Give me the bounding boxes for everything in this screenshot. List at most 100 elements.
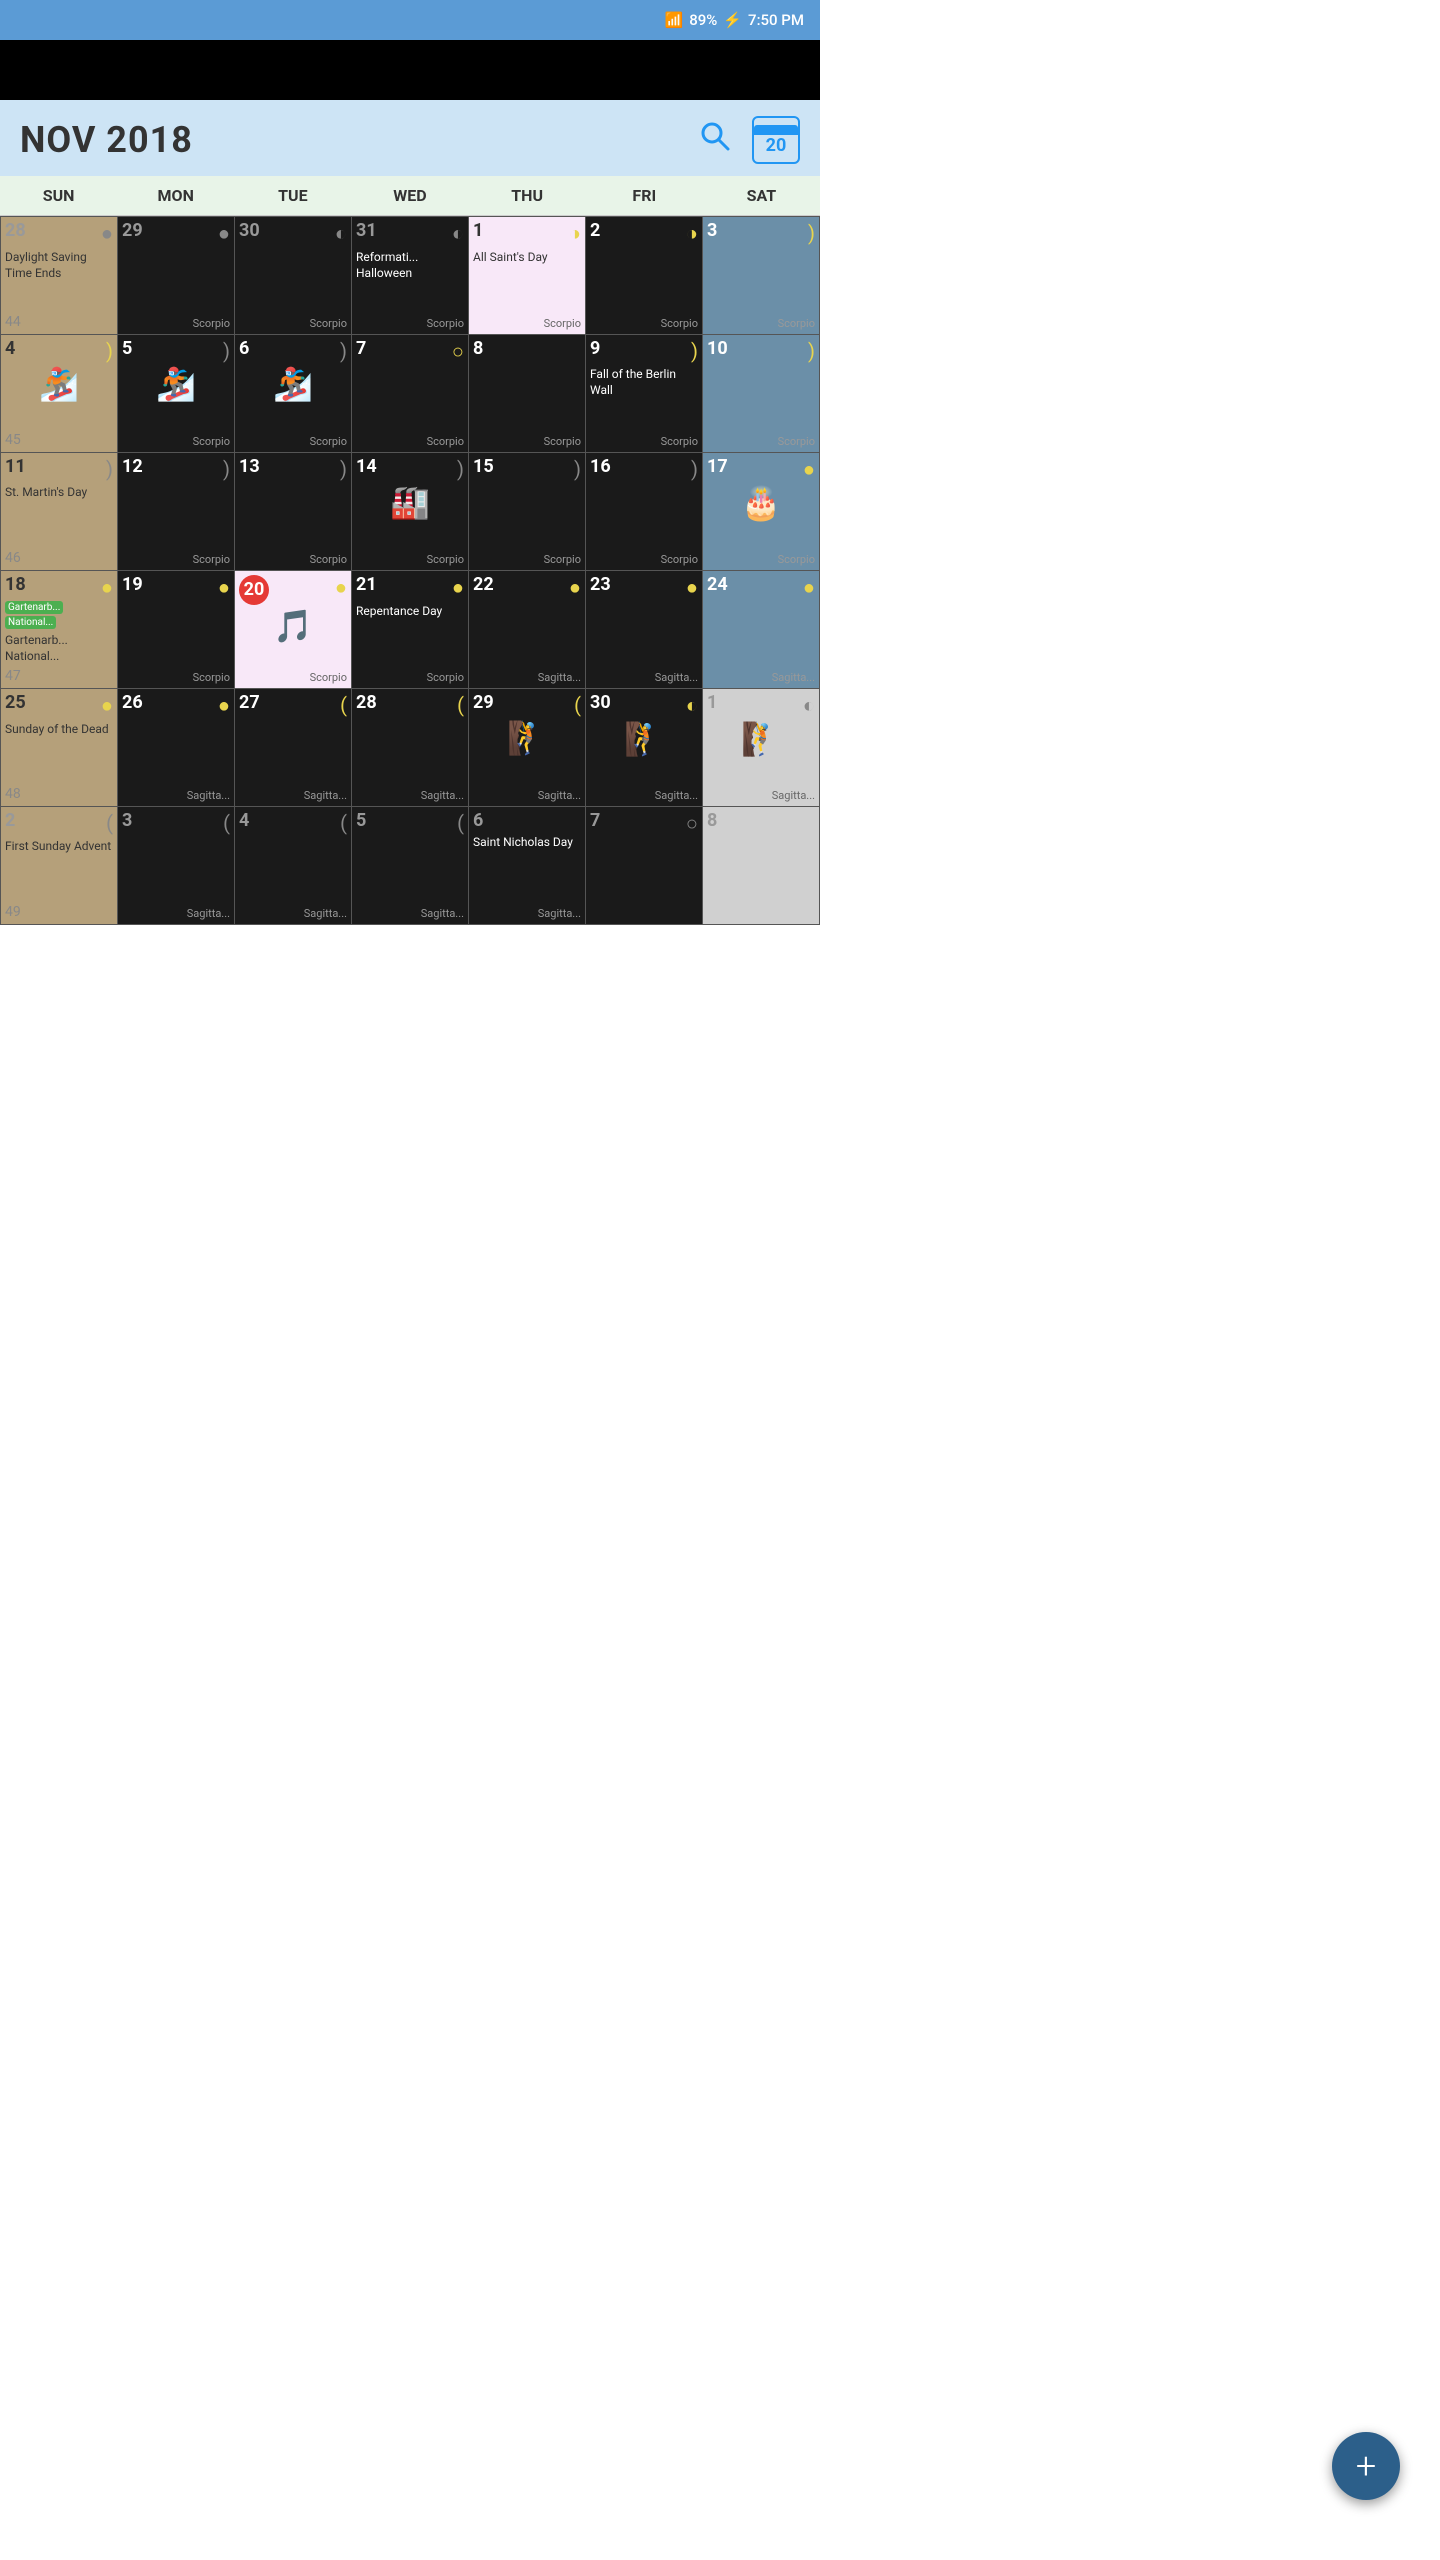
moon-phase-icon: ○ bbox=[686, 811, 698, 836]
cal-cell-27-w4[interactable]: 27(Sagitta... bbox=[235, 689, 352, 807]
cell-date: 29 bbox=[473, 693, 494, 713]
cal-cell-4-w1[interactable]: 4)🏂45 bbox=[1, 335, 118, 453]
cal-cell-8-w5[interactable]: 8 bbox=[703, 807, 820, 925]
zodiac-label: Scorpio bbox=[590, 317, 698, 330]
cell-date: 9 bbox=[590, 339, 600, 359]
cal-cell-10-w1[interactable]: 10)Scorpio bbox=[703, 335, 820, 453]
cal-cell-14-w2[interactable]: 14)🏭Scorpio bbox=[352, 453, 469, 571]
cal-cell-23-w3[interactable]: 23●Sagitta... bbox=[586, 571, 703, 689]
week-number: 44 bbox=[5, 314, 21, 330]
moon-phase-icon: ( bbox=[574, 693, 581, 717]
cal-cell-1-w4[interactable]: 1◐🧗Sagitta... bbox=[703, 689, 820, 807]
moon-phase-icon: ( bbox=[457, 693, 464, 717]
cal-cell-2-w0[interactable]: 2◑Scorpio bbox=[586, 217, 703, 335]
cell-date: 1 bbox=[707, 693, 717, 713]
event-badge-2: National... bbox=[5, 616, 56, 629]
cal-cell-28-w4[interactable]: 28(Sagitta... bbox=[352, 689, 469, 807]
cal-cell-3-w0[interactable]: 3)Scorpio bbox=[703, 217, 820, 335]
cal-cell-28-w0[interactable]: 28●Daylight Saving Time Ends44 bbox=[1, 217, 118, 335]
zodiac-label: Sagitta... bbox=[707, 671, 815, 684]
zodiac-label: Scorpio bbox=[122, 553, 230, 566]
moon-phase-icon: ( bbox=[340, 811, 347, 835]
add-event-fab[interactable]: + bbox=[1332, 2432, 1400, 2500]
day-header-tue: TUE bbox=[234, 176, 351, 215]
cal-cell-16-w2[interactable]: 16)Scorpio bbox=[586, 453, 703, 571]
cal-cell-7-w5[interactable]: 7○ bbox=[586, 807, 703, 925]
moon-phase-icon: ) bbox=[223, 339, 230, 363]
cell-emoji-icon: 🏂 bbox=[239, 365, 347, 403]
status-bar: 📶 89% ⚡ 7:50 PM bbox=[0, 0, 820, 40]
cal-cell-18-w3[interactable]: 18●Gartenarb...National...Gartenarb... N… bbox=[1, 571, 118, 689]
cal-cell-13-w2[interactable]: 13)Scorpio bbox=[235, 453, 352, 571]
zodiac-label: Scorpio bbox=[356, 553, 464, 566]
cal-cell-30-w4[interactable]: 30◐🧗Sagitta... bbox=[586, 689, 703, 807]
zodiac-label: Scorpio bbox=[473, 435, 581, 448]
zodiac-label: Scorpio bbox=[473, 553, 581, 566]
cal-cell-25-w4[interactable]: 25●Sunday of the Dead48 bbox=[1, 689, 118, 807]
search-button[interactable] bbox=[698, 119, 732, 161]
zodiac-label: Scorpio bbox=[239, 317, 347, 330]
cal-cell-15-w2[interactable]: 15)Scorpio bbox=[469, 453, 586, 571]
cal-cell-31-w0[interactable]: 31◐Reformati... HalloweenScorpio bbox=[352, 217, 469, 335]
today-button[interactable]: 20 bbox=[752, 116, 800, 164]
moon-phase-icon: ) bbox=[808, 339, 815, 363]
moon-phase-icon: ◑ bbox=[569, 221, 581, 246]
moon-phase-icon: ◐ bbox=[335, 221, 347, 246]
zodiac-label: Sagitta... bbox=[590, 671, 698, 684]
cell-date: 5 bbox=[122, 339, 132, 359]
cell-event-text: Reformati... Halloween bbox=[356, 250, 418, 317]
cal-cell-19-w3[interactable]: 19●Scorpio bbox=[118, 571, 235, 689]
battery-icon: ⚡ bbox=[723, 11, 742, 29]
cal-cell-24-w3[interactable]: 24●Sagitta... bbox=[703, 571, 820, 689]
zodiac-label: Scorpio bbox=[122, 317, 230, 330]
cal-cell-2-w5[interactable]: 2(First Sunday Advent49 bbox=[1, 807, 118, 925]
zodiac-label: Sagitta... bbox=[707, 789, 815, 802]
moon-phase-icon: ◑ bbox=[686, 221, 698, 246]
cal-cell-4-w5[interactable]: 4(Sagitta... bbox=[235, 807, 352, 925]
calendar-header: NOV 2018 20 bbox=[0, 100, 820, 176]
cal-cell-20-w3[interactable]: 20●🎵Scorpio bbox=[235, 571, 352, 689]
moon-phase-icon: ) bbox=[457, 457, 464, 481]
cal-cell-8-w1[interactable]: 8 Scorpio bbox=[469, 335, 586, 453]
cell-date: 19 bbox=[122, 575, 143, 595]
moon-phase-icon: ● bbox=[452, 575, 464, 600]
cal-cell-26-w4[interactable]: 26●Sagitta... bbox=[118, 689, 235, 807]
zodiac-label: Sagitta... bbox=[356, 789, 464, 802]
cell-date: 12 bbox=[122, 457, 143, 477]
cal-cell-1-w0[interactable]: 1◑All Saint's DayScorpio bbox=[469, 217, 586, 335]
cell-emoji-icon: 🎂 bbox=[707, 484, 815, 522]
cal-cell-5-w1[interactable]: 5)🏂Scorpio bbox=[118, 335, 235, 453]
cal-cell-30-w0[interactable]: 30 ◐ Scorpio bbox=[235, 217, 352, 335]
cal-cell-21-w3[interactable]: 21●Repentance DayScorpio bbox=[352, 571, 469, 689]
zodiac-label: Sagitta... bbox=[122, 907, 230, 920]
cal-cell-17-w2[interactable]: 17●🎂Scorpio bbox=[703, 453, 820, 571]
cell-event-text: Fall of the Berlin Wall bbox=[590, 367, 698, 435]
cal-cell-9-w1[interactable]: 9)Fall of the Berlin WallScorpio bbox=[586, 335, 703, 453]
moon-phase-icon: ) bbox=[340, 457, 347, 481]
cell-date: 1 bbox=[473, 221, 483, 241]
cell-event-text: Daylight Saving Time Ends bbox=[5, 250, 113, 330]
cal-cell-22-w3[interactable]: 22●Sagitta... bbox=[469, 571, 586, 689]
cell-date: 10 bbox=[707, 339, 728, 359]
cal-cell-29-w0[interactable]: 29●Scorpio bbox=[118, 217, 235, 335]
cell-date: 8 bbox=[473, 339, 483, 359]
cal-cell-7-w1[interactable]: 7○Scorpio bbox=[352, 335, 469, 453]
cal-cell-6-w1[interactable]: 6)🏂Scorpio bbox=[235, 335, 352, 453]
moon-phase-icon: ) bbox=[574, 457, 581, 481]
cell-emoji-icon: 🏂 bbox=[122, 365, 230, 403]
cal-cell-29-w4[interactable]: 29(🧗Sagitta... bbox=[469, 689, 586, 807]
cal-cell-11-w2[interactable]: 11)St. Martin's Day46 bbox=[1, 453, 118, 571]
cal-cell-5-w5[interactable]: 5(Sagitta... bbox=[352, 807, 469, 925]
cell-date: 30 bbox=[239, 221, 260, 241]
cell-date: 24 bbox=[707, 575, 728, 595]
cal-cell-3-w5[interactable]: 3(Sagitta... bbox=[118, 807, 235, 925]
moon-phase-icon: ● bbox=[101, 221, 113, 246]
cal-cell-6-w5[interactable]: 6Saint Nicholas DaySagitta... bbox=[469, 807, 586, 925]
cell-date: 3 bbox=[122, 811, 132, 831]
clock: 7:50 PM bbox=[748, 11, 804, 29]
zodiac-label: Sagitta... bbox=[473, 789, 581, 802]
event-badge: Gartenarb... bbox=[5, 601, 63, 614]
calendar-grid: 28●Daylight Saving Time Ends4429●Scorpio… bbox=[0, 216, 820, 925]
week-number: 48 bbox=[5, 786, 21, 802]
cal-cell-12-w2[interactable]: 12)Scorpio bbox=[118, 453, 235, 571]
